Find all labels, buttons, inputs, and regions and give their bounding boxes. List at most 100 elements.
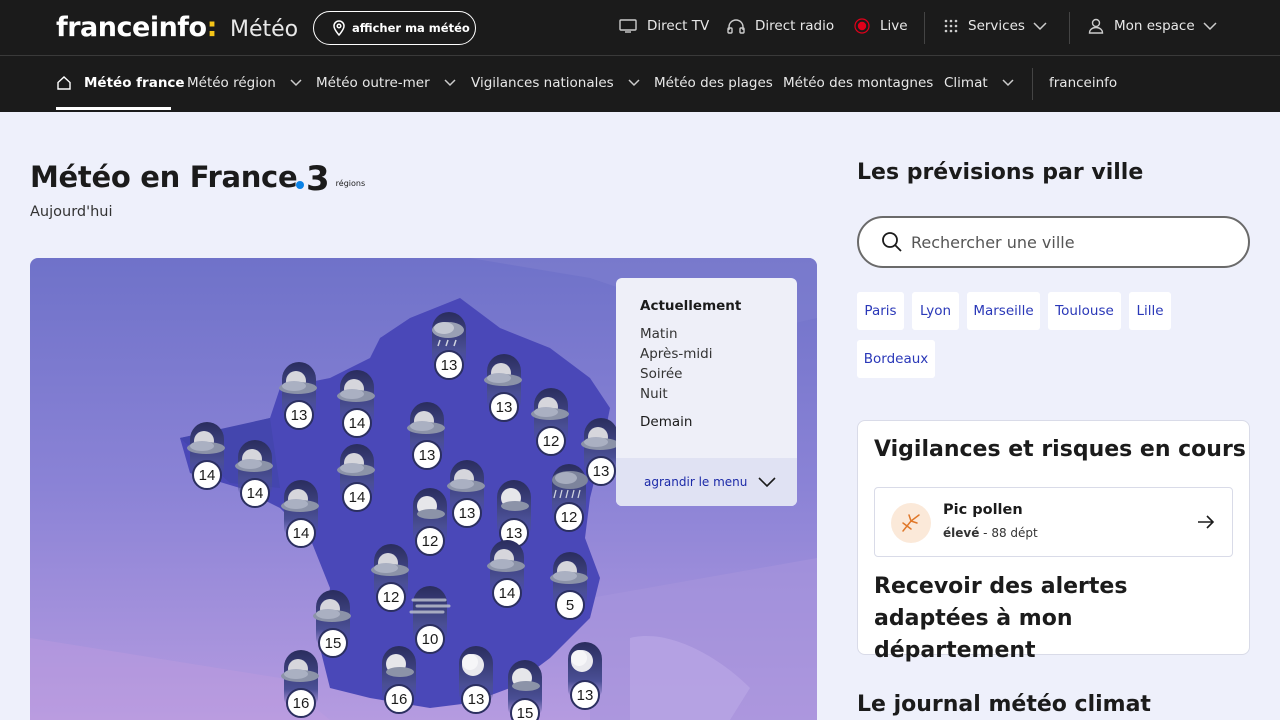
subnav-meteo-outre-mer-label: Météo outre-mer (316, 75, 430, 91)
expand-menu-button[interactable]: agrandir le menu (616, 458, 797, 506)
marker-temperature: 15 (510, 698, 540, 720)
menu-night[interactable]: Nuit (640, 386, 668, 402)
france3-dot (296, 181, 304, 189)
cloudy-icon (334, 448, 380, 482)
sun-cloud-icon (376, 650, 422, 684)
divider (1032, 68, 1033, 100)
city-link-toulouse[interactable]: Toulouse (1048, 292, 1121, 330)
marker-temperature: 13 (461, 684, 491, 714)
city-search[interactable] (857, 216, 1250, 268)
subnav-meteo-france[interactable]: Météo france (56, 75, 185, 91)
subnav-meteo-region[interactable]: Météo région (187, 75, 302, 91)
user-icon (1088, 18, 1104, 34)
marker-temperature: 14 (192, 460, 222, 490)
marker-temperature: 14 (342, 408, 372, 438)
city-link-lille[interactable]: Lille (1129, 292, 1171, 330)
nav-direct-tv-label: Direct TV (647, 18, 710, 34)
cloudy-icon (310, 594, 356, 628)
pollen-title: Pic pollen (943, 502, 1023, 518)
fog-icon (407, 590, 453, 624)
marker-temperature: 14 (286, 518, 316, 548)
tv-icon (619, 19, 637, 33)
chevron-down-icon (290, 79, 302, 87)
nav-services[interactable]: Services (944, 18, 1057, 34)
pollen-detail: élevé - 88 dépt (943, 526, 1038, 540)
sun-cloud-icon (491, 484, 537, 518)
franceinfo-logo[interactable]: franceinfo: (56, 12, 217, 43)
city-link-lyon[interactable]: Lyon (912, 292, 959, 330)
marker-temperature: 13 (412, 440, 442, 470)
pollen-icon (891, 503, 931, 543)
nav-live-label: Live (880, 18, 908, 34)
subnav-vigilances[interactable]: Vigilances nationales (471, 75, 640, 91)
chevron-down-icon (628, 79, 640, 87)
nav-services-label: Services (968, 18, 1025, 34)
chevron-down-icon (1002, 79, 1014, 87)
pollen-dept: - 88 dépt (979, 526, 1038, 540)
pollen-alert[interactable]: Pic pollen élevé - 88 dépt (874, 487, 1233, 557)
menu-current[interactable]: Actuellement (640, 298, 741, 314)
alerts-signup-title[interactable]: Recevoir des alertes adaptées à mon dépa… (874, 571, 1234, 667)
marker-temperature: 12 (376, 582, 406, 612)
page-title: Météo en France (30, 160, 298, 194)
cloudy-rain-icon (426, 316, 472, 350)
menu-tomorrow[interactable]: Demain (640, 414, 692, 430)
subnav-franceinfo[interactable]: franceinfo (1049, 75, 1117, 91)
city-forecast-title: Les prévisions par ville (857, 160, 1144, 185)
section-title: Météo (230, 17, 299, 42)
menu-evening[interactable]: Soirée (640, 366, 682, 382)
city-link-marseille[interactable]: Marseille (967, 292, 1040, 330)
france3-number: 3 (306, 159, 330, 199)
marker-temperature: 14 (240, 478, 270, 508)
cloudy-icon (404, 406, 450, 440)
cloudy-icon (547, 556, 593, 590)
city-link-bordeaux[interactable]: Bordeaux (857, 340, 935, 378)
nav-direct-tv[interactable]: Direct TV (619, 18, 709, 34)
live-dot-icon (854, 18, 870, 34)
page-subtitle: Aujourd'hui (30, 204, 113, 220)
subnav-meteo-plages[interactable]: Météo des plages (654, 75, 773, 91)
cloudy-icon (484, 544, 530, 578)
storm-rain-icon (546, 468, 592, 502)
cloudy-icon (368, 548, 414, 582)
nav-account[interactable]: Mon espace (1088, 18, 1227, 34)
chevron-down-icon (758, 477, 776, 488)
active-tab-indicator (56, 107, 171, 110)
chevron-down-icon (1033, 22, 1047, 30)
sun-icon (453, 650, 499, 684)
subnav-climat-label: Climat (944, 75, 988, 91)
sun-icon (562, 646, 608, 680)
subnav-climat[interactable]: Climat (944, 75, 1014, 91)
journal-title: Le journal météo climat (857, 692, 1151, 717)
marker-temperature: 12 (536, 426, 566, 456)
city-search-input[interactable] (911, 232, 1231, 252)
marker-temperature: 13 (434, 350, 464, 380)
cloudy-icon (278, 654, 324, 688)
cloudy-icon (481, 358, 527, 392)
location-pin-icon (333, 20, 345, 36)
subnav-meteo-region-label: Météo région (187, 75, 276, 91)
sun-cloud-icon (502, 664, 548, 698)
expand-menu-label: agrandir le menu (644, 475, 748, 489)
cloudy-icon (334, 374, 380, 408)
cloudy-icon (232, 444, 278, 478)
chevron-down-icon (1203, 22, 1217, 30)
menu-afternoon[interactable]: Après-midi (640, 346, 713, 362)
france3-regions-logo: 3 régions (296, 160, 365, 198)
marker-temperature: 14 (492, 578, 522, 608)
subnav-meteo-outre-mer[interactable]: Météo outre-mer (316, 75, 456, 91)
map-time-menu: Actuellement Matin Après-midi Soirée Nui… (616, 278, 797, 506)
divider (924, 12, 925, 44)
nav-live[interactable]: Live (854, 18, 908, 34)
city-link-paris[interactable]: Paris (857, 292, 904, 330)
marker-temperature: 14 (342, 482, 372, 512)
menu-morning[interactable]: Matin (640, 326, 678, 342)
nav-direct-radio[interactable]: Direct radio (727, 18, 834, 34)
subnav-vigilances-label: Vigilances nationales (471, 75, 614, 91)
search-icon (882, 232, 902, 252)
locate-button[interactable]: afficher ma météo (313, 11, 476, 45)
subnav-meteo-montagnes[interactable]: Météo des montagnes (783, 75, 933, 91)
subnav-meteo-plages-label: Météo des plages (654, 75, 773, 91)
nav-direct-radio-label: Direct radio (755, 18, 835, 34)
home-icon (57, 76, 71, 90)
